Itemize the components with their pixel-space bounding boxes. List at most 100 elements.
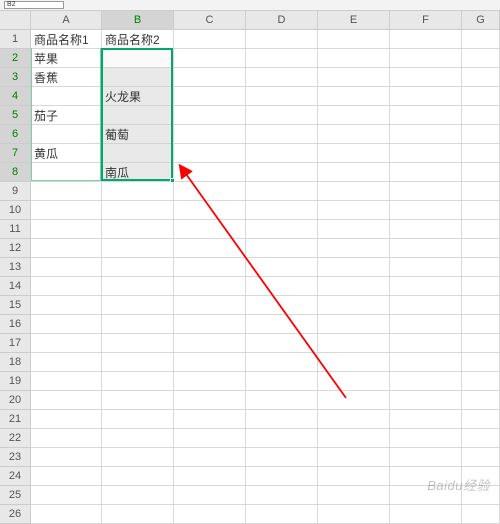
cell-B1[interactable]: 商品名称2 (102, 30, 174, 49)
cell-B21[interactable] (102, 410, 174, 429)
cell-D24[interactable] (246, 467, 318, 486)
col-header-C[interactable]: C (174, 11, 246, 30)
cell-E5[interactable] (318, 106, 390, 125)
row-header-17[interactable]: 17 (0, 334, 31, 353)
cell-D22[interactable] (246, 429, 318, 448)
cell-G3[interactable] (462, 68, 500, 87)
cell-A25[interactable] (31, 486, 102, 505)
cell-G23[interactable] (462, 448, 500, 467)
cell-B6[interactable]: 葡萄 (102, 125, 174, 144)
cell-C7[interactable] (174, 144, 246, 163)
cell-C14[interactable] (174, 277, 246, 296)
cell-G12[interactable] (462, 239, 500, 258)
cell-B2[interactable] (102, 49, 174, 68)
cell-C2[interactable] (174, 49, 246, 68)
cell-C17[interactable] (174, 334, 246, 353)
cell-D16[interactable] (246, 315, 318, 334)
cell-D9[interactable] (246, 182, 318, 201)
cell-D1[interactable] (246, 30, 318, 49)
cell-B25[interactable] (102, 486, 174, 505)
row-header-16[interactable]: 16 (0, 315, 31, 334)
cell-G2[interactable] (462, 49, 500, 68)
cell-A6[interactable] (31, 125, 102, 144)
row-header-12[interactable]: 12 (0, 239, 31, 258)
cell-A16[interactable] (31, 315, 102, 334)
cell-B13[interactable] (102, 258, 174, 277)
cell-D4[interactable] (246, 87, 318, 106)
cell-G4[interactable] (462, 87, 500, 106)
cell-F15[interactable] (390, 296, 462, 315)
cell-F2[interactable] (390, 49, 462, 68)
row-header-4[interactable]: 4 (0, 87, 31, 106)
cell-D17[interactable] (246, 334, 318, 353)
row-header-10[interactable]: 10 (0, 201, 31, 220)
cell-E9[interactable] (318, 182, 390, 201)
cell-C6[interactable] (174, 125, 246, 144)
cell-B19[interactable] (102, 372, 174, 391)
cell-C13[interactable] (174, 258, 246, 277)
cell-C26[interactable] (174, 505, 246, 524)
cell-C8[interactable] (174, 163, 246, 182)
cell-A23[interactable] (31, 448, 102, 467)
col-header-A[interactable]: A (31, 11, 102, 30)
cell-A21[interactable] (31, 410, 102, 429)
cell-E26[interactable] (318, 505, 390, 524)
cell-G22[interactable] (462, 429, 500, 448)
cell-A4[interactable] (31, 87, 102, 106)
cell-D8[interactable] (246, 163, 318, 182)
cell-F19[interactable] (390, 372, 462, 391)
cell-C12[interactable] (174, 239, 246, 258)
cell-E16[interactable] (318, 315, 390, 334)
cell-E11[interactable] (318, 220, 390, 239)
cell-B9[interactable] (102, 182, 174, 201)
cell-A2[interactable]: 苹果 (31, 49, 102, 68)
cell-B15[interactable] (102, 296, 174, 315)
col-header-G[interactable]: G (462, 11, 500, 30)
cell-E4[interactable] (318, 87, 390, 106)
cell-G1[interactable] (462, 30, 500, 49)
cell-A8[interactable] (31, 163, 102, 182)
cell-F3[interactable] (390, 68, 462, 87)
cell-A13[interactable] (31, 258, 102, 277)
row-header-22[interactable]: 22 (0, 429, 31, 448)
row-header-15[interactable]: 15 (0, 296, 31, 315)
cell-C5[interactable] (174, 106, 246, 125)
cell-G6[interactable] (462, 125, 500, 144)
cell-D5[interactable] (246, 106, 318, 125)
cell-B16[interactable] (102, 315, 174, 334)
cell-G5[interactable] (462, 106, 500, 125)
col-header-F[interactable]: F (390, 11, 462, 30)
cell-B18[interactable] (102, 353, 174, 372)
cell-D6[interactable] (246, 125, 318, 144)
cell-E25[interactable] (318, 486, 390, 505)
row-header-14[interactable]: 14 (0, 277, 31, 296)
cell-B24[interactable] (102, 467, 174, 486)
cell-C20[interactable] (174, 391, 246, 410)
cell-D21[interactable] (246, 410, 318, 429)
cell-B4[interactable]: 火龙果 (102, 87, 174, 106)
cell-A11[interactable] (31, 220, 102, 239)
cell-A18[interactable] (31, 353, 102, 372)
row-header-26[interactable]: 26 (0, 505, 31, 524)
cell-E14[interactable] (318, 277, 390, 296)
row-header-24[interactable]: 24 (0, 467, 31, 486)
row-header-9[interactable]: 9 (0, 182, 31, 201)
cell-G20[interactable] (462, 391, 500, 410)
cell-E15[interactable] (318, 296, 390, 315)
cell-G7[interactable] (462, 144, 500, 163)
cell-A24[interactable] (31, 467, 102, 486)
cell-F8[interactable] (390, 163, 462, 182)
row-header-5[interactable]: 5 (0, 106, 31, 125)
cell-A12[interactable] (31, 239, 102, 258)
cell-D7[interactable] (246, 144, 318, 163)
row-header-2[interactable]: 2 (0, 49, 31, 68)
cell-A20[interactable] (31, 391, 102, 410)
row-header-3[interactable]: 3 (0, 68, 31, 87)
cell-F6[interactable] (390, 125, 462, 144)
row-header-23[interactable]: 23 (0, 448, 31, 467)
cell-A7[interactable]: 黄瓜 (31, 144, 102, 163)
row-header-8[interactable]: 8 (0, 163, 31, 182)
cell-A22[interactable] (31, 429, 102, 448)
cell-A5[interactable]: 茄子 (31, 106, 102, 125)
cell-C4[interactable] (174, 87, 246, 106)
